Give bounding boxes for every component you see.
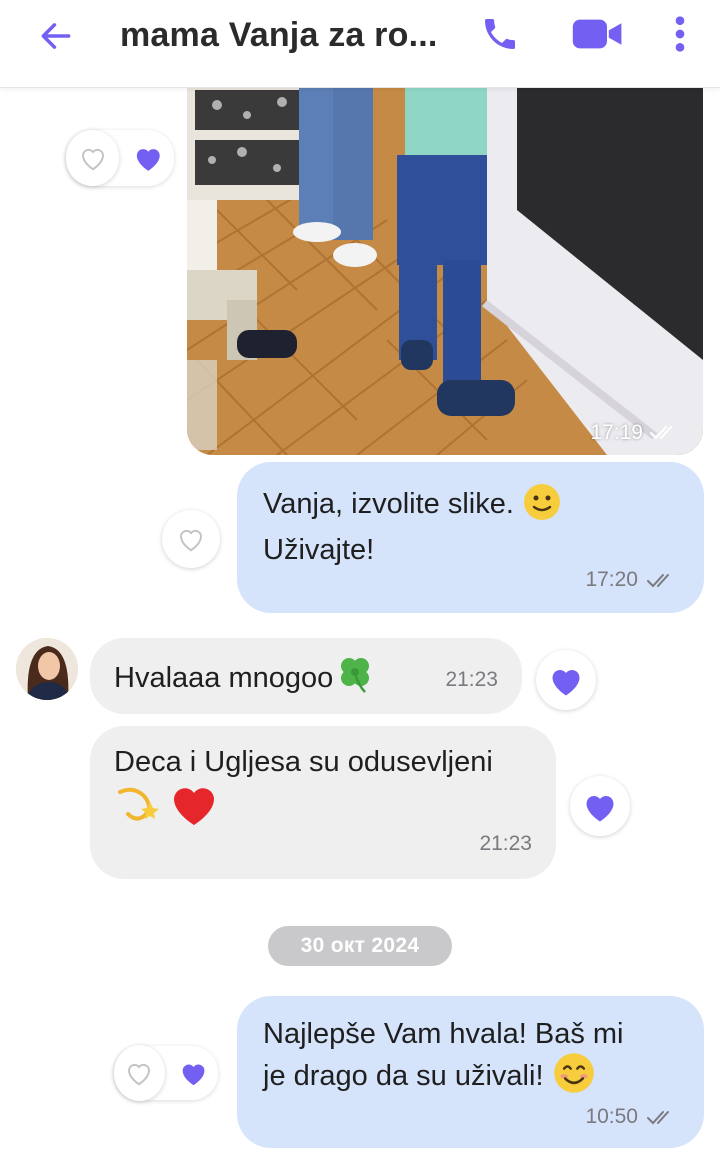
emoji-line xyxy=(114,782,218,828)
reaction-circle[interactable] xyxy=(536,650,596,710)
message-text: Najlepše Vam hvala! Baš mi xyxy=(263,1018,624,1050)
photo-image xyxy=(187,60,703,455)
photo-reactions[interactable] xyxy=(66,130,174,186)
heart-filled-icon xyxy=(137,149,161,171)
heart-filled-icon xyxy=(586,795,614,821)
message-text: Vanja, izvolite slike. xyxy=(263,488,522,520)
like-button[interactable] xyxy=(66,130,120,186)
heart-outline-icon xyxy=(81,148,104,171)
message-text-line2: je drago da su uživali! xyxy=(263,1060,552,1092)
time-label: 17:19 xyxy=(590,421,643,444)
double-check-icon xyxy=(647,1110,669,1125)
chat-header: mama Vanja za ro... xyxy=(0,0,720,88)
like-button[interactable] xyxy=(114,1045,165,1101)
slightly-smiling-face-icon xyxy=(523,484,560,521)
message-text-line2: Uživajte! xyxy=(263,534,375,566)
time-label: 17:20 xyxy=(585,568,638,592)
four-leaf-clover-icon xyxy=(341,658,370,694)
avatar-image xyxy=(16,638,78,700)
heart-filled-icon xyxy=(182,1064,205,1086)
message-meta: 17:20 xyxy=(585,564,678,597)
message-meta: 21:23 xyxy=(479,828,532,861)
heart-filled-icon xyxy=(552,669,580,695)
message-text: Deca i Ugljesa su odusevljeni xyxy=(114,746,493,778)
liked-reaction[interactable] xyxy=(536,650,596,710)
back-button[interactable] xyxy=(34,14,78,58)
outgoing-message[interactable]: Vanja, izvolite slike. Uživajte! 17:20 xyxy=(237,462,704,613)
heart-outline-icon xyxy=(179,529,203,552)
more-vertical-icon xyxy=(675,16,685,52)
incoming-message[interactable]: Deca i Ugljesa su odusevljeni 21:23 xyxy=(90,726,556,879)
date-separator: 30 окт 2024 xyxy=(268,926,452,966)
red-heart-icon xyxy=(174,788,215,826)
phone-icon xyxy=(485,19,515,49)
message-meta: 10:50 xyxy=(585,1101,678,1134)
message-reactions[interactable] xyxy=(114,1045,218,1101)
call-button[interactable] xyxy=(478,12,522,56)
time-label: 10:50 xyxy=(585,1105,638,1129)
incoming-message[interactable]: Hvalaaa mnogoo 21:23 xyxy=(90,638,522,714)
liked-reaction[interactable] xyxy=(570,776,630,836)
time-label: 21:23 xyxy=(445,668,498,691)
like-button[interactable] xyxy=(162,510,220,568)
smiling-face-icon xyxy=(553,1053,594,1094)
contact-avatar[interactable] xyxy=(16,638,78,700)
photo-message[interactable]: 17:19 xyxy=(187,60,703,455)
video-call-button[interactable] xyxy=(568,12,628,56)
time-label: 21:23 xyxy=(479,832,532,856)
video-camera-icon xyxy=(572,19,622,49)
heart-outline-icon xyxy=(128,1063,151,1086)
double-check-icon xyxy=(650,426,672,440)
outgoing-message[interactable]: Najlepše Vam hvala! Baš mi je drago da s… xyxy=(237,996,704,1148)
photo-timestamp: 17:19 xyxy=(590,421,681,445)
dizzy-icon xyxy=(118,788,159,821)
chat-title[interactable]: mama Vanja za ro... xyxy=(120,16,438,55)
arrow-left-icon xyxy=(41,23,71,49)
reaction-circle[interactable] xyxy=(570,776,630,836)
message-text: Hvalaaa mnogoo xyxy=(114,662,334,694)
message-meta: 21:23 xyxy=(445,664,498,697)
like-circle[interactable] xyxy=(162,510,220,568)
more-options-button[interactable] xyxy=(664,12,696,56)
double-check-icon xyxy=(647,573,669,588)
